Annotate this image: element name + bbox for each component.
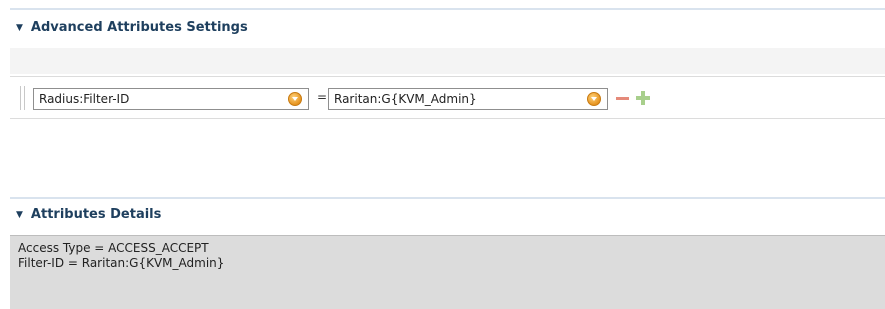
attributes-details-box: Access Type = ACCESS_ACCEPT Filter-ID = … xyxy=(10,235,885,309)
add-attribute-plus-icon[interactable] xyxy=(636,91,650,105)
drag-handle-icon[interactable] xyxy=(20,86,25,110)
plus-icon-vertical xyxy=(641,91,645,105)
advanced-attributes-title: Advanced Attributes Settings xyxy=(30,20,248,35)
section-divider xyxy=(10,197,885,199)
details-line: Filter-ID = Raritan:G{KVM_Admin} xyxy=(18,256,225,270)
collapse-triangle-icon[interactable]: ▼ xyxy=(16,23,23,33)
top-divider xyxy=(10,8,885,10)
attribute-value-text: Raritan:G{KVM_Admin} xyxy=(334,92,477,106)
attribute-name-value: Radius:Filter-ID xyxy=(39,92,130,106)
remove-attribute-minus-icon[interactable] xyxy=(616,97,629,100)
details-line: Access Type = ACCESS_ACCEPT xyxy=(18,241,209,255)
attribute-row: Radius:Filter-ID = Raritan:G{KVM_Admin} xyxy=(10,76,885,119)
section-band xyxy=(10,48,885,74)
dropdown-circle-icon[interactable] xyxy=(288,92,302,106)
attribute-value-select[interactable]: Raritan:G{KVM_Admin} xyxy=(328,88,608,110)
advanced-attributes-header[interactable]: ▼ Advanced Attributes Settings xyxy=(16,20,248,35)
attributes-details-title: Attributes Details xyxy=(30,207,162,222)
attributes-details-header[interactable]: ▼ Attributes Details xyxy=(16,207,161,222)
attribute-name-select[interactable]: Radius:Filter-ID xyxy=(33,88,309,110)
operator-label: = xyxy=(317,90,328,104)
dropdown-circle-icon[interactable] xyxy=(587,92,601,106)
collapse-triangle-icon[interactable]: ▼ xyxy=(16,210,23,220)
